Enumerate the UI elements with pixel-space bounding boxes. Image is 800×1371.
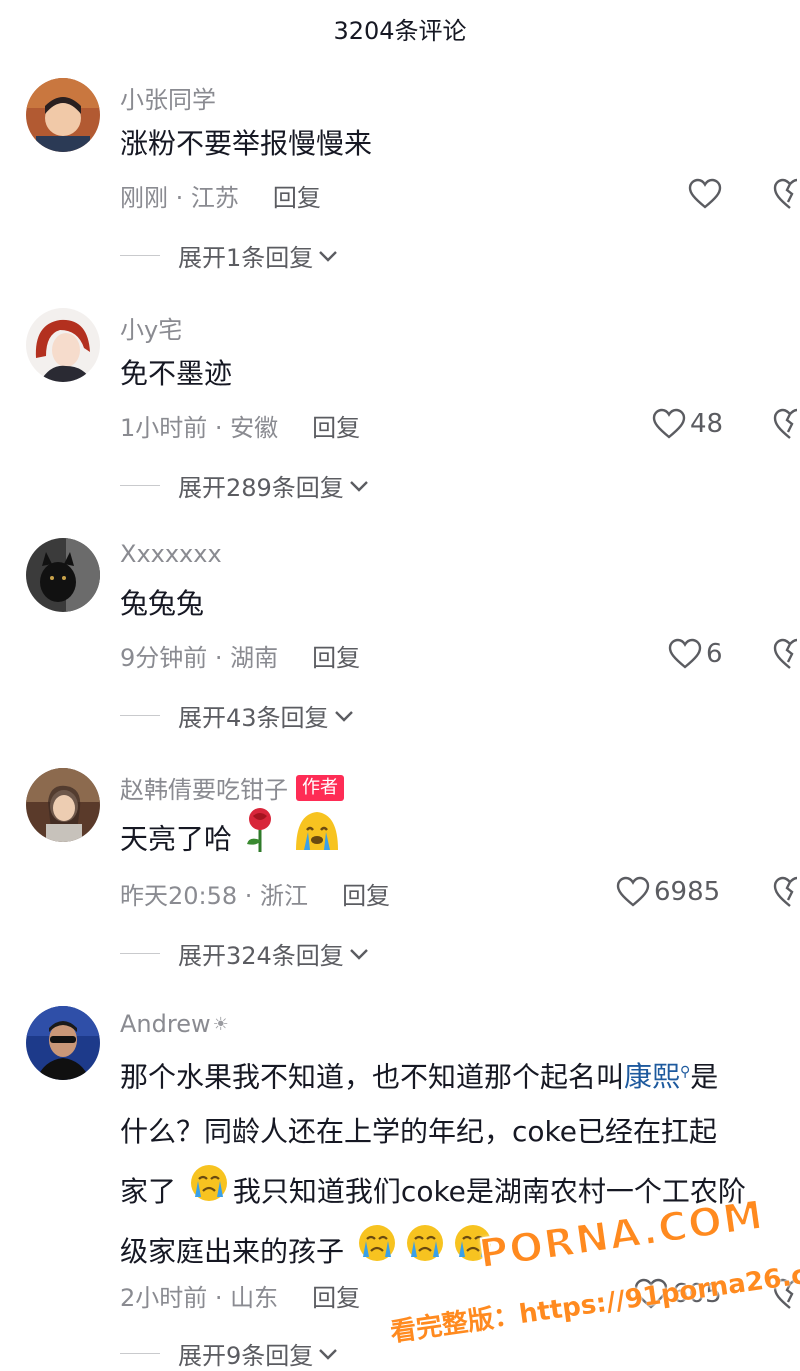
broken-heart-icon[interactable]	[772, 636, 800, 672]
expand-replies-button[interactable]: 展开1条回复	[120, 238, 339, 273]
reply-button[interactable]: 回复	[312, 638, 360, 673]
username[interactable]: 小y宅	[120, 310, 182, 345]
like-button[interactable]: 6985	[616, 872, 720, 912]
search-icon: ⚲	[680, 1064, 691, 1080]
comment-meta: 1小时前 · 安徽 回复	[120, 408, 360, 443]
comment-text: 涨粉不要举报慢慢来	[120, 127, 373, 160]
username[interactable]: 赵韩倩要吃钳子 作者	[120, 770, 344, 805]
time-location: 9分钟前 · 湖南	[120, 644, 279, 672]
divider	[120, 715, 160, 716]
divider	[120, 255, 160, 256]
broken-heart-icon[interactable]	[772, 176, 800, 212]
comments-header: 3204条评论	[0, 0, 800, 56]
reply-button[interactable]: 回复	[273, 178, 321, 213]
divider	[120, 953, 160, 954]
chevron-down-icon	[348, 479, 370, 493]
username[interactable]: Andrew ☀	[120, 1010, 229, 1038]
time-location: 昨天20:58 · 浙江	[120, 882, 309, 910]
reply-button[interactable]: 回复	[312, 408, 360, 443]
heart-icon	[688, 178, 722, 209]
broken-heart-icon[interactable]	[772, 406, 800, 442]
chevron-down-icon	[317, 1347, 339, 1361]
expand-replies-button[interactable]: 展开324条回复	[120, 936, 370, 971]
crying-face-emoji	[355, 1223, 399, 1284]
like-count: 6985	[654, 877, 721, 907]
comment-text: 免不墨迹	[120, 357, 233, 390]
like-button[interactable]	[688, 174, 726, 214]
time-location: 1小时前 · 安徽	[120, 414, 279, 442]
comment-text: 兔兔兔	[120, 587, 205, 620]
sun-icon: ☀	[212, 1013, 229, 1035]
broken-heart-icon[interactable]	[772, 874, 800, 910]
divider	[120, 485, 160, 486]
comment-meta: 刚刚 · 江苏 回复	[120, 178, 321, 213]
chevron-down-icon	[333, 709, 355, 723]
avatar[interactable]	[26, 768, 100, 842]
comment-meta: 2小时前 · 山东 回复	[120, 1278, 360, 1313]
like-button[interactable]: 48	[652, 404, 723, 444]
crying-face-emoji	[290, 806, 344, 875]
expand-replies-button[interactable]: 展开43条回复	[120, 698, 355, 733]
time-location: 刚刚 · 江苏	[120, 184, 239, 212]
crying-face-emoji	[187, 1163, 231, 1224]
avatar[interactable]	[26, 308, 100, 382]
comment-meta: 昨天20:58 · 浙江 回复	[120, 876, 390, 911]
divider	[120, 1353, 160, 1354]
comment-meta: 9分钟前 · 湖南 回复	[120, 638, 360, 673]
heart-icon	[652, 408, 686, 439]
comment-count-title: 3204条评论	[333, 16, 467, 45]
avatar[interactable]	[26, 1006, 100, 1080]
chevron-down-icon	[317, 249, 339, 263]
crying-face-emoji	[403, 1223, 447, 1284]
heart-icon	[616, 876, 650, 907]
avatar[interactable]	[26, 538, 100, 612]
like-count: 48	[690, 409, 724, 439]
rose-emoji	[243, 806, 277, 875]
heart-icon	[668, 638, 702, 669]
like-button[interactable]: 6	[668, 634, 723, 674]
chevron-down-icon	[348, 947, 370, 961]
avatar[interactable]	[26, 78, 100, 152]
keyword-link[interactable]: 康熙⚲	[624, 1060, 690, 1093]
comment-text: 天亮了哈	[120, 806, 346, 866]
username[interactable]: Xxxxxxx	[120, 540, 222, 568]
author-badge: 作者	[296, 774, 344, 801]
time-location: 2小时前 · 山东	[120, 1284, 279, 1312]
reply-button[interactable]: 回复	[312, 1278, 360, 1313]
expand-replies-button[interactable]: 展开289条回复	[120, 468, 370, 503]
username[interactable]: 小张同学	[120, 80, 216, 115]
like-count: 6	[706, 639, 723, 669]
reply-button[interactable]: 回复	[342, 876, 390, 911]
